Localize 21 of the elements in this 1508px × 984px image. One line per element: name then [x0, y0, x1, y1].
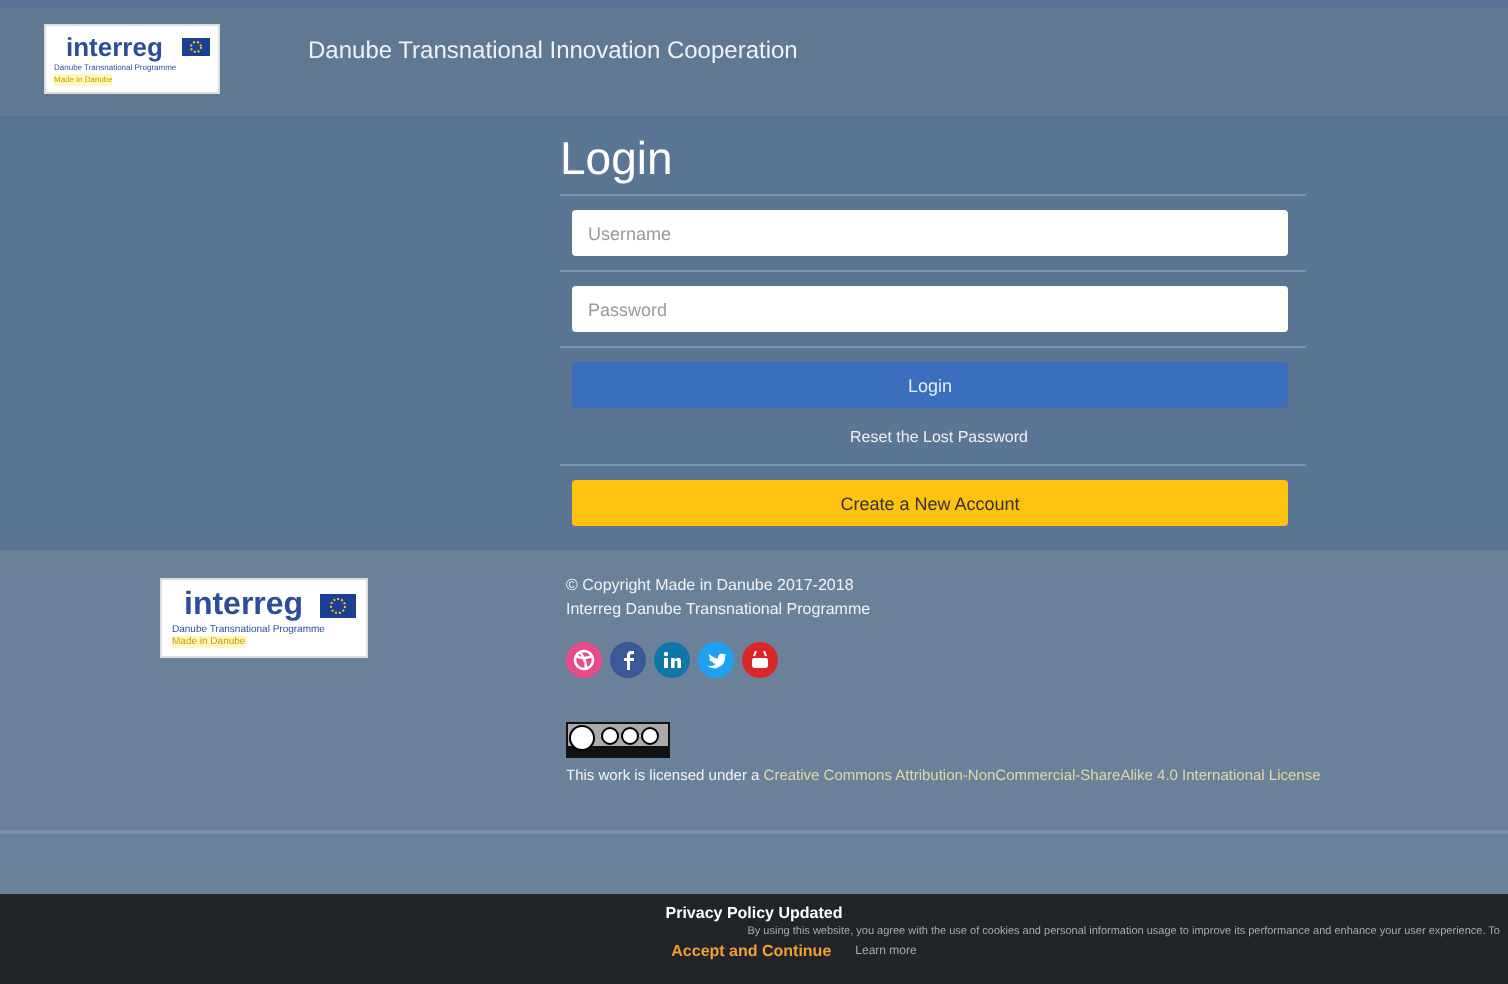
social-media-icon[interactable]: [698, 642, 734, 678]
cookie-title: Privacy Policy Updated: [665, 904, 843, 922]
input-field[interactable]: Username: [572, 210, 1288, 256]
social-media-icon[interactable]: [654, 642, 690, 678]
create-account-button[interactable]: Create a New Account: [572, 480, 1288, 526]
accept-link[interactable]: Accept and Continue: [671, 942, 832, 960]
site-title: Danube Transnational Innovation Cooperation: [308, 34, 798, 64]
programme-text: Interreg Danube Transnational Programme: [566, 598, 871, 622]
logo-name: interreg: [182, 588, 304, 624]
reset-password-link[interactable]: Reset the Lost Password: [560, 408, 1306, 458]
logo-name: interreg: [64, 32, 163, 62]
license-badge-icon: [566, 722, 670, 758]
social-media-icon[interactable]: [610, 642, 646, 678]
social-media-icon[interactable]: [566, 642, 602, 678]
login-button[interactable]: Login: [572, 362, 1288, 408]
login-title: Login: [560, 130, 675, 188]
flag-icon: [182, 38, 210, 56]
input-field[interactable]: Password: [572, 286, 1288, 332]
flag-icon: [320, 594, 356, 618]
copyright-text: © Copyright Made in Danube 2017-2018: [566, 574, 854, 598]
social-media-icon[interactable]: [742, 642, 778, 678]
